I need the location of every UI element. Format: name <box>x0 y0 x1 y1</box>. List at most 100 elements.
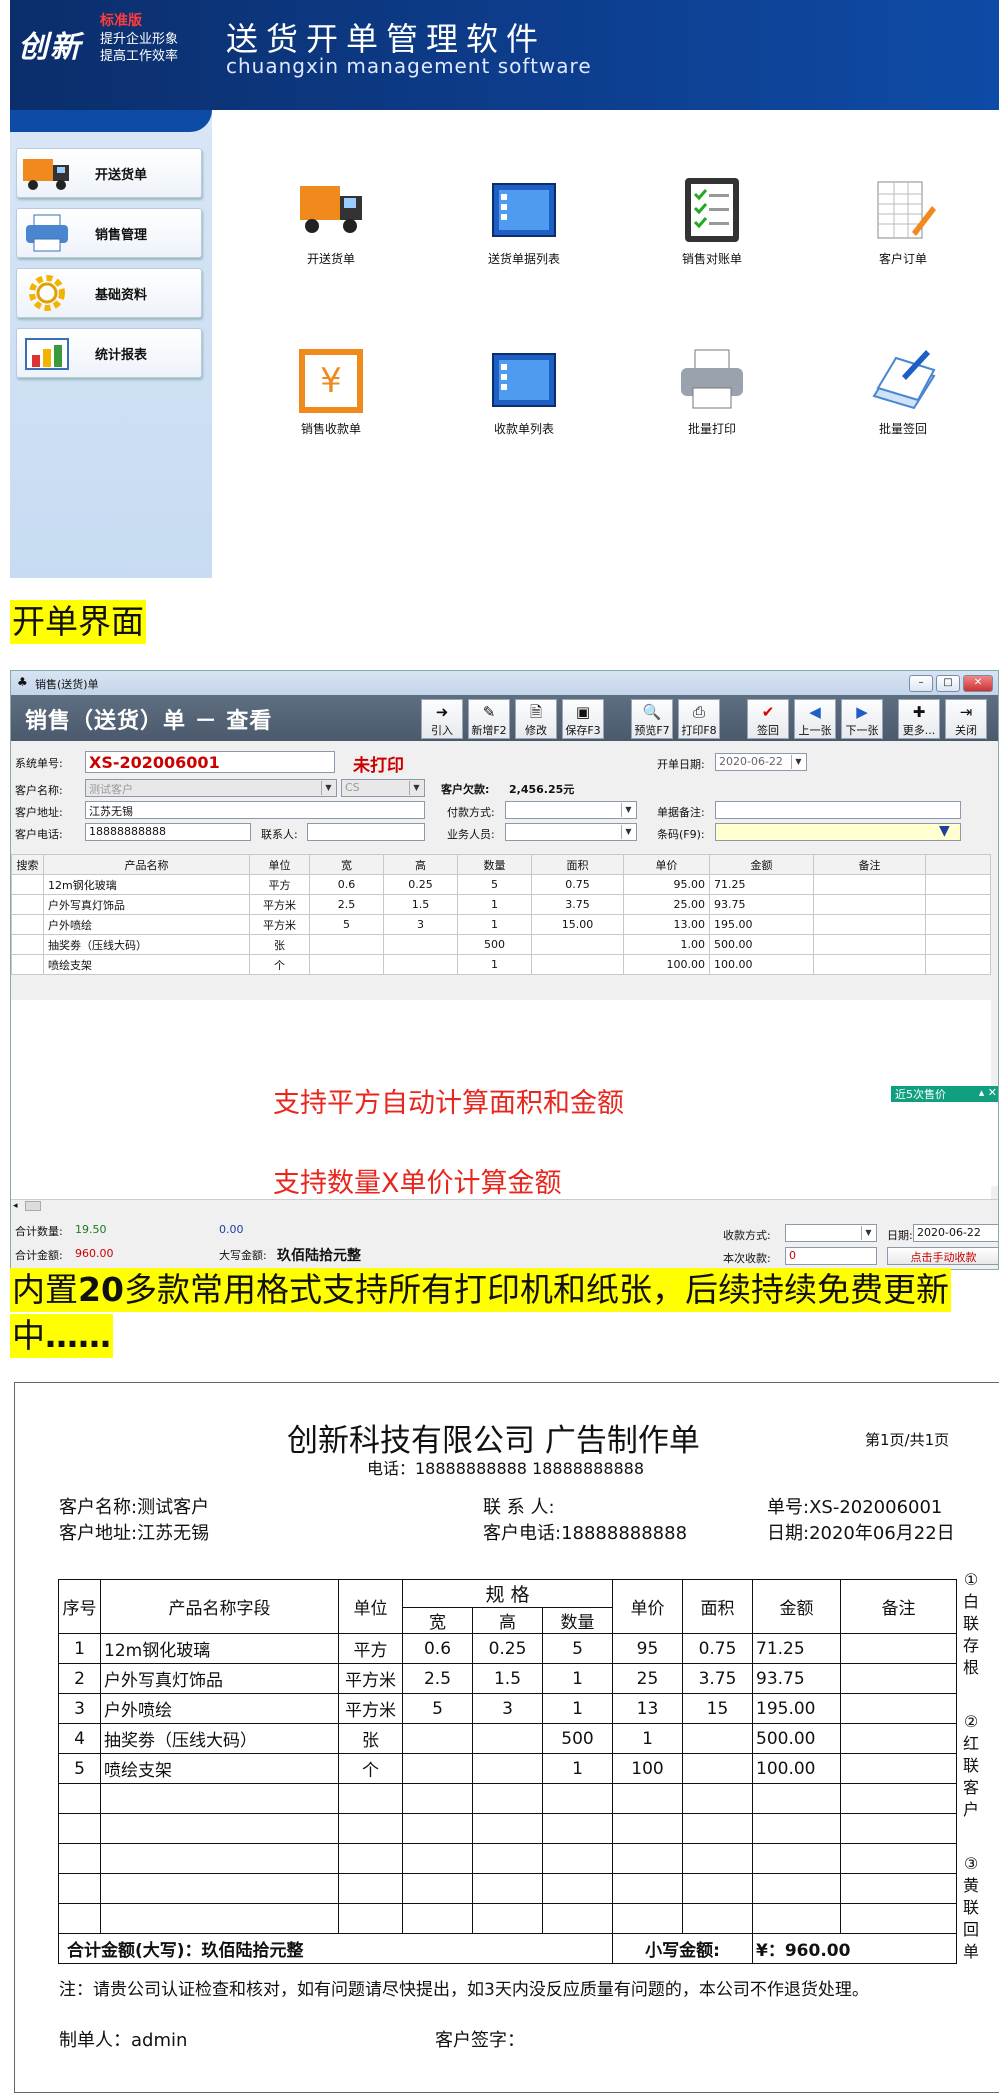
grid-cell[interactable]: 71.25 <box>709 874 814 895</box>
date-field[interactable]: 2020-06-22 ▼ <box>715 753 807 771</box>
scroll-thumb[interactable] <box>25 1201 41 1211</box>
next-button[interactable]: ▶ 下一张 <box>841 699 883 739</box>
col-width[interactable]: 宽 <box>309 854 384 875</box>
close-form-button[interactable]: ⇥ 关闭 <box>945 699 987 739</box>
grid-cell[interactable] <box>309 934 384 955</box>
grid-cell[interactable]: 户外写真灯饰品 <box>43 894 250 915</box>
grid-cell[interactable] <box>11 934 44 955</box>
maximize-button[interactable]: □ <box>936 675 960 692</box>
grid-cell[interactable]: 500 <box>457 934 532 955</box>
grid-cell[interactable]: 喷绘支架 <box>43 954 250 975</box>
panel-close-icon[interactable]: ▴ ✕ <box>979 1086 998 1099</box>
grid-cell[interactable]: 0.6 <box>309 874 384 895</box>
save-button[interactable]: ▣ 保存F3 <box>562 699 604 739</box>
collect-date-field[interactable]: 2020-06-22 <box>913 1224 998 1242</box>
col-search[interactable]: 搜索 <box>11 854 44 875</box>
col-remark[interactable]: 备注 <box>813 854 926 875</box>
grid-cell[interactable] <box>11 954 44 975</box>
table-row[interactable]: 喷绘支架个 1 100.00 100.00 <box>11 954 991 975</box>
col-product[interactable]: 产品名称 <box>43 854 250 875</box>
customer-code-select[interactable]: CS ▼ <box>341 779 425 797</box>
pay-method-select[interactable]: ▼ <box>505 801 637 819</box>
tile-delivery-list[interactable]: 送货单据列表 <box>449 176 599 267</box>
grid-cell[interactable]: 195.00 <box>709 914 814 935</box>
tile-customer-order[interactable]: 客户订单 <box>828 176 978 267</box>
print-button[interactable]: ⎙ 打印F8 <box>678 699 720 739</box>
table-row[interactable]: 户外写真灯饰品 平方米 2.5 1.5 1 3.75 25.00 93.75 <box>11 894 991 915</box>
grid-cell[interactable]: 平方米 <box>249 914 310 935</box>
edit-button[interactable]: 🗎 修改 <box>515 699 557 739</box>
expand-arrow-icon[interactable]: ▼ <box>939 823 950 839</box>
grid-cell[interactable] <box>813 914 926 935</box>
grid-cell[interactable]: 户外喷绘 <box>43 914 250 935</box>
grid-cell[interactable]: 95.00 <box>623 874 710 895</box>
table-row[interactable]: 抽奖劵（压线大码）张 500 1.00 500.00 <box>11 934 991 955</box>
grid-cell[interactable] <box>11 914 44 935</box>
horizontal-scrollbar[interactable]: ◂ <box>11 1199 998 1213</box>
grid-cell[interactable]: 93.75 <box>709 894 814 915</box>
grid-cell[interactable] <box>383 954 458 975</box>
grid-cell[interactable] <box>11 874 44 895</box>
grid-cell[interactable]: 3.75 <box>531 894 624 915</box>
customer-select[interactable]: 测试客户 ▼ <box>85 779 337 797</box>
new-button[interactable]: ✎ 新增F2 <box>468 699 510 739</box>
grid-cell[interactable]: 抽奖劵（压线大码） <box>43 934 250 955</box>
grid-cell[interactable]: 13.00 <box>623 914 710 935</box>
phone-field[interactable]: 18888888888 <box>85 823 251 841</box>
sidebar-item-basic-data[interactable]: 基础资料 <box>16 268 202 318</box>
preview-button[interactable]: 🔍 预览F7 <box>631 699 673 739</box>
grid-cell[interactable] <box>813 874 926 895</box>
tile-receipt-list[interactable]: 收款单列表 <box>449 346 599 437</box>
col-price[interactable]: 单价 <box>623 854 710 875</box>
grid-cell[interactable]: 平方米 <box>249 894 310 915</box>
grid-cell[interactable]: 5 <box>457 874 532 895</box>
grid-cell[interactable] <box>813 954 926 975</box>
minimize-button[interactable]: – <box>909 675 933 692</box>
grid-cell[interactable]: 100.00 <box>709 954 814 975</box>
collect-method-select[interactable]: ▼ <box>785 1224 877 1242</box>
col-height[interactable]: 高 <box>383 854 458 875</box>
grid-cell[interactable]: 个 <box>249 954 310 975</box>
prev-button[interactable]: ◀ 上一张 <box>794 699 836 739</box>
col-area[interactable]: 面积 <box>531 854 624 875</box>
more-button[interactable]: ✚ 更多... <box>898 699 940 739</box>
grid-cell[interactable]: 3 <box>383 914 458 935</box>
col-qty[interactable]: 数量 <box>457 854 532 875</box>
grid-cell[interactable]: 25.00 <box>623 894 710 915</box>
sidebar-item-delivery[interactable]: 开送货单 <box>16 148 202 198</box>
tile-batch-print[interactable]: 批量打印 <box>637 346 787 437</box>
manual-collect-button[interactable]: 点击手动收款 <box>887 1247 998 1265</box>
import-button[interactable]: ➜ 引入 <box>421 699 463 739</box>
table-row[interactable]: 户外喷绘 平方米 5 3 1 15.00 13.00 195.00 <box>11 914 991 935</box>
address-field[interactable]: 江苏无锡 <box>85 801 425 819</box>
tile-delivery[interactable]: 开送货单 <box>256 176 406 267</box>
scroll-left-icon[interactable]: ◂ <box>13 1201 18 1211</box>
close-button[interactable]: ✕ <box>963 675 993 692</box>
grid-cell[interactable]: 张 <box>249 934 310 955</box>
grid-cell[interactable]: 500.00 <box>709 934 814 955</box>
grid-cell[interactable]: 15.00 <box>531 914 624 935</box>
grid-cell[interactable]: 0.75 <box>531 874 624 895</box>
grid-cell[interactable]: 平方 <box>249 874 310 895</box>
grid-cell[interactable]: 5 <box>309 914 384 935</box>
grid-cell[interactable]: 1 <box>457 894 532 915</box>
grid-cell[interactable] <box>531 954 624 975</box>
tile-batch-sign-back[interactable]: 批量签回 <box>828 346 978 437</box>
grid-cell[interactable]: 1 <box>457 954 532 975</box>
grid-cell[interactable] <box>11 894 44 915</box>
tile-sales-statement[interactable]: 销售对账单 <box>637 176 787 267</box>
grid-cell[interactable] <box>383 934 458 955</box>
grid-cell[interactable]: 100.00 <box>623 954 710 975</box>
sign-back-button[interactable]: ✔ 签回 <box>747 699 789 739</box>
grid-cell[interactable]: 2.5 <box>309 894 384 915</box>
grid-cell[interactable] <box>813 894 926 915</box>
grid-cell[interactable]: 1.00 <box>623 934 710 955</box>
table-row[interactable]: 12m钢化玻璃 平方 0.6 0.25 5 0.75 95.00 71.25 <box>11 874 991 895</box>
collect-amount-input[interactable]: 0 <box>785 1247 877 1265</box>
grid-cell[interactable]: 1.5 <box>383 894 458 915</box>
grid-cell[interactable]: 0.25 <box>383 874 458 895</box>
tile-sales-receipt[interactable]: ¥ 销售收款单 <box>256 346 406 437</box>
barcode-input[interactable] <box>715 823 961 841</box>
sidebar-item-sales[interactable]: 销售管理 <box>16 208 202 258</box>
sidebar-item-reports[interactable]: 统计报表 <box>16 328 202 378</box>
